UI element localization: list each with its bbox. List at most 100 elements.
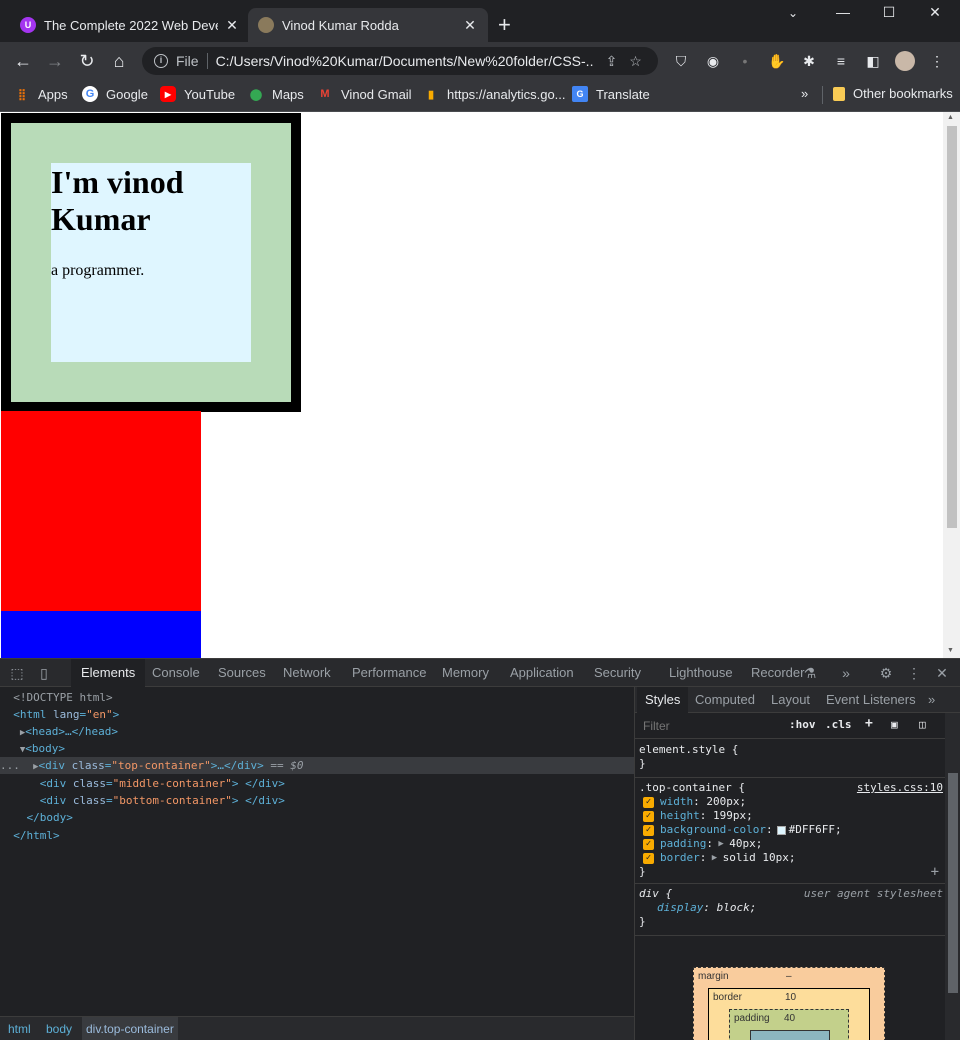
box-model-padding[interactable]: padding 40 (729, 1009, 849, 1040)
source-link[interactable]: styles.css:10 (857, 781, 943, 795)
css-property[interactable]: ✓ padding: ▶ 40px; (639, 837, 945, 851)
property-value[interactable]: #DFF6FF; (789, 823, 842, 837)
tab-layout[interactable]: Layout (763, 687, 818, 713)
box-model-border[interactable]: border 10 padding 40 (708, 988, 870, 1040)
avatar[interactable] (895, 51, 915, 71)
dom-line[interactable]: </html> (0, 827, 634, 844)
inspect-element-icon[interactable]: ⬚ (9, 665, 25, 681)
checkbox-checked-icon[interactable]: ✓ (643, 824, 654, 836)
cls-toggle[interactable]: .cls (825, 718, 852, 731)
checkbox-checked-icon[interactable]: ✓ (643, 796, 654, 808)
kebab-menu-icon[interactable]: ⋮ (928, 52, 946, 70)
margin-value[interactable]: – (786, 971, 792, 982)
crumb-html[interactable]: html (4, 1017, 35, 1040)
dom-line-selected[interactable]: ... ▶<div class="top-container">…</div> … (0, 757, 634, 774)
css-property[interactable]: ✓ border: ▶ solid 10px; (639, 851, 945, 865)
bookmark-star-icon[interactable]: ☆ (629, 53, 642, 70)
hov-toggle[interactable]: :hov (789, 718, 816, 731)
new-tab-icon[interactable]: + (498, 14, 511, 36)
property-value[interactable]: solid 10px; (723, 851, 796, 865)
property-value[interactable]: 200px; (706, 795, 746, 809)
tab-network[interactable]: Network (273, 659, 341, 687)
home-icon[interactable]: ⌂ (108, 50, 130, 72)
dom-line[interactable]: <html lang="en"> (0, 706, 634, 723)
scrollbar-thumb[interactable] (947, 126, 957, 528)
tab-elements[interactable]: Elements (71, 659, 146, 687)
url-text[interactable]: C:/Users/Vinod%20Kumar/Documents/New%20f… (216, 53, 594, 69)
share-icon[interactable]: ⇪ (606, 53, 618, 70)
rule-selector[interactable]: element.style { (639, 743, 945, 757)
other-bookmarks[interactable]: Other bookmarks (833, 86, 953, 101)
page-scrollbar[interactable]: ▲ ▼ (943, 112, 960, 658)
scrollbar-thumb[interactable] (948, 773, 958, 993)
bookmark-translate[interactable]: G Translate (572, 86, 650, 102)
reload-icon[interactable]: ↻ (76, 50, 98, 72)
border-value[interactable]: 10 (785, 992, 796, 1003)
bookmark-youtube[interactable]: ▶ YouTube (160, 86, 235, 102)
forward-icon[interactable]: → (44, 50, 66, 72)
property-name[interactable]: padding (660, 837, 706, 851)
tab-lighthouse[interactable]: Lighthouse (659, 659, 743, 687)
css-property[interactable]: ✓ width: 200px; (639, 795, 945, 809)
dom-line[interactable]: <div class="bottom-container"> </div> (0, 792, 634, 809)
tab-performance[interactable]: Performance (342, 659, 436, 687)
property-value[interactable]: 199px; (713, 809, 753, 823)
more-panes-icon[interactable]: » (920, 687, 943, 713)
address-bar[interactable]: i File C:/Users/Vinod%20Kumar/Documents/… (142, 47, 658, 75)
close-tab-icon[interactable]: ✕ (224, 17, 240, 34)
bookmarks-overflow-icon[interactable]: » (801, 86, 808, 101)
device-toolbar-icon[interactable]: ▯ (36, 665, 52, 681)
padding-value[interactable]: 40 (784, 1013, 795, 1024)
customize-menu-icon[interactable]: ⋮ (906, 665, 922, 681)
bookmark-maps[interactable]: ⬤ Maps (248, 86, 304, 102)
checkbox-checked-icon[interactable]: ✓ (643, 810, 654, 822)
tab-console[interactable]: Console (142, 659, 210, 687)
stop-hand-icon[interactable]: ✋ (768, 52, 786, 70)
close-tab-icon[interactable]: ✕ (462, 17, 478, 34)
color-swatch[interactable] (776, 825, 786, 835)
more-tabs-icon[interactable]: » (838, 665, 854, 681)
info-icon[interactable]: i (154, 54, 168, 68)
checkbox-checked-icon[interactable]: ✓ (643, 852, 654, 864)
css-property[interactable]: ✓ height: 199px; (639, 809, 945, 823)
scroll-up-icon[interactable]: ▲ (947, 114, 954, 121)
crumb-top-container[interactable]: div.top-container (82, 1017, 178, 1040)
tab-memory[interactable]: Memory (432, 659, 499, 687)
bookmark-gmail[interactable]: M Vinod Gmail (317, 86, 411, 102)
expand-triangle-icon[interactable]: ▶ (706, 851, 722, 865)
close-window-icon[interactable]: ✕ (912, 4, 958, 21)
tab-udemy[interactable]: U The Complete 2022 Web Developm ✕ (10, 8, 250, 42)
dom-line[interactable]: ▶<head>…</head> (0, 723, 634, 740)
tab-computed[interactable]: Computed (687, 687, 763, 713)
dom-line[interactable]: ▼<body> (0, 740, 634, 757)
bookmark-analytics[interactable]: ▮ https://analytics.go... (423, 86, 566, 102)
dom-line[interactable]: <div class="middle-container"> </div> (0, 775, 634, 792)
tab-application[interactable]: Application (500, 659, 584, 687)
property-name[interactable]: height (660, 809, 700, 823)
media-queue-icon[interactable]: ≡ (832, 52, 850, 70)
settings-gear-icon[interactable]: ⚙ (878, 665, 894, 681)
crumb-body[interactable]: body (42, 1017, 76, 1040)
property-name[interactable]: background-color (660, 823, 766, 837)
back-icon[interactable]: ← (12, 50, 34, 72)
dom-line[interactable]: <!DOCTYPE html> (0, 689, 634, 706)
bookmark-apps[interactable]: ⣿ Apps (14, 86, 68, 102)
puzzle-icon[interactable]: ✱ (800, 52, 818, 70)
bookmark-google[interactable]: G Google (82, 86, 148, 102)
css-property[interactable]: ✓ background-color: #DFF6FF; (639, 823, 945, 837)
property-name[interactable]: border (660, 851, 700, 865)
toggle-sidebar-icon[interactable]: ◫ (919, 718, 926, 731)
tab-security[interactable]: Security (584, 659, 651, 687)
shield-extension-icon[interactable]: ⛉ (672, 52, 690, 70)
tab-search-icon[interactable]: ⌄ (788, 6, 798, 20)
property-value[interactable]: 40px; (729, 837, 762, 851)
extension-badge-icon[interactable]: ◉ (704, 52, 722, 70)
maximize-icon[interactable]: ☐ (866, 4, 912, 21)
dot-extension-icon[interactable]: • (736, 52, 754, 70)
minimize-icon[interactable]: — (820, 4, 866, 20)
scroll-down-icon[interactable]: ▼ (947, 647, 954, 654)
box-model-content[interactable] (750, 1030, 830, 1040)
checkbox-checked-icon[interactable]: ✓ (643, 838, 654, 850)
dom-line[interactable]: </body> (0, 809, 634, 826)
tab-sources[interactable]: Sources (208, 659, 276, 687)
